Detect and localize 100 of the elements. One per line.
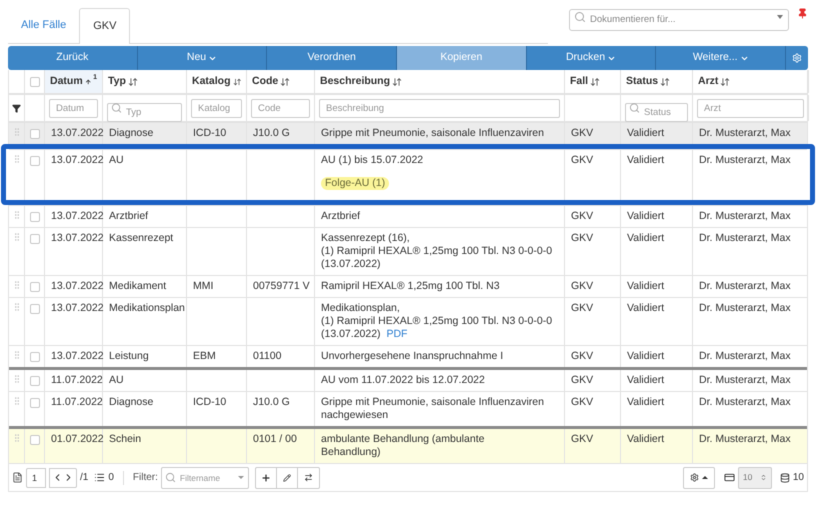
table-row[interactable]: 11.07.2022 Diagnose ICD-10 J10.0 G Grippe mit Pneumonie, saisonale Influenzaviren nachgewiesen GKV Validiert Dr. Musterarzt, Max xyxy=(9,391,807,426)
table-cell: GKV xyxy=(571,154,594,166)
description-text: AU (1) bis 15.07.2022 xyxy=(321,154,424,167)
table-cell: 00759771 V xyxy=(253,280,310,292)
table-cell: Dr. Musterarzt, Max xyxy=(699,396,791,408)
filter-field[interactable]: Katalog xyxy=(191,98,242,118)
plus-icon xyxy=(260,472,271,482)
table-cell: Validiert xyxy=(627,210,664,222)
stepper-icon xyxy=(760,474,767,481)
table-row[interactable]: 13.07.2022 AU AU (1) bis 15.07.2022 Folge-AU (1) GKV Validiert Dr. Musterarzt, Max xyxy=(9,149,807,200)
table-cell: J10.0 G xyxy=(253,396,290,408)
column-header[interactable]: Beschreibung xyxy=(320,74,390,90)
table-row[interactable]: 13.07.2022 Leistung EBM 01100 Unvorhergesehene Inanspruchnahme I GKV Validiert Dr. Musterarzt, Max xyxy=(9,345,807,367)
description-text: Arztbrief xyxy=(321,210,360,223)
table-cell: Validiert xyxy=(627,302,664,314)
row-checkbox[interactable] xyxy=(30,398,40,408)
page-size-icon xyxy=(724,472,735,483)
toolbar-button[interactable]: Drucken xyxy=(526,46,656,70)
table-cell: Validiert xyxy=(627,280,664,292)
filter-icon[interactable] xyxy=(12,104,21,112)
search-icon xyxy=(574,11,586,23)
table-row[interactable]: 13.07.2022 Kassenrezept Kassenrezept (16), (1) Ramipril HEXAL® 1,25mg 100 Tbl. N3 0-0-0-0 (13.07.2022) GKV Validiert Dr. Musterarzt, Max xyxy=(9,227,807,275)
table-cell: 11.07.2022 xyxy=(51,374,103,386)
filter-search-field[interactable]: Status xyxy=(625,102,688,122)
total-count: 10 xyxy=(792,471,804,485)
page-size-select[interactable]: 10 xyxy=(738,466,772,488)
search-icon xyxy=(111,102,122,114)
table-cell: Kassenrezept xyxy=(109,232,174,244)
filter-field[interactable]: Arzt xyxy=(697,98,804,118)
page-total: /1 xyxy=(80,471,88,485)
table-cell: Dr. Musterarzt, Max xyxy=(699,127,791,139)
toolbar-button[interactable]: Neu xyxy=(138,46,268,70)
column-header[interactable]: Datum xyxy=(50,74,83,90)
page-icon xyxy=(12,472,23,483)
row-checkbox[interactable] xyxy=(30,156,40,166)
description-text: Kassenrezept (16), (1) Ramipril HEXAL® 1,25mg 100 Tbl. N3 0-0-0-0 (13.07.2022) xyxy=(321,232,552,271)
swap-arrows-icon xyxy=(304,473,313,482)
row-checkbox[interactable] xyxy=(30,435,40,445)
table-cell: Validiert xyxy=(627,232,664,244)
table-cell: 13.07.2022 xyxy=(51,210,104,222)
pencil-icon xyxy=(282,474,291,482)
table-row[interactable]: 13.07.2022 Diagnose ICD-10 J10.0 G Grippe mit Pneumonie, saisonale Influenzaviren GKV Validiert Dr. Musterarzt, Max xyxy=(9,122,807,144)
toolbar-button[interactable]: Weitere... xyxy=(656,46,786,70)
column-header[interactable]: Katalog xyxy=(192,74,231,90)
table-row[interactable]: 01.07.2022 Schein 0101 / 00 ambulante Behandlung (ambulante Behandlung) GKV Validiert Dr. Musterarzt, Max xyxy=(9,426,807,463)
table-cell: Leistung xyxy=(109,350,149,362)
column-header[interactable]: Fall xyxy=(570,74,588,90)
filter-field[interactable]: Beschreibung xyxy=(319,98,560,118)
table-cell: 0101 / 00 xyxy=(253,433,297,445)
row-checkbox[interactable] xyxy=(30,282,40,292)
document-search-field[interactable]: Dokumentieren für... xyxy=(569,8,789,30)
column-header[interactable]: Arzt xyxy=(698,74,718,90)
filter-field[interactable]: Datum xyxy=(49,98,98,118)
column-header[interactable]: Typ xyxy=(108,74,126,90)
dropdown-caret-icon xyxy=(238,476,244,478)
table-cell: J10.0 G xyxy=(253,127,290,139)
table-cell: 13.07.2022 xyxy=(51,280,104,292)
settings-icon[interactable] xyxy=(792,53,802,63)
table-cell: Validiert xyxy=(627,374,664,386)
description-text: Grippe mit Pneumonie, saisonale Influenzaviren nachgewiesen xyxy=(321,396,544,422)
row-checkbox[interactable] xyxy=(30,234,40,244)
table-cell: Schein xyxy=(109,433,142,445)
settings-menu-button[interactable] xyxy=(682,466,715,488)
table-cell: Arztbrief xyxy=(109,210,148,222)
row-checkbox[interactable] xyxy=(30,352,40,362)
tab[interactable]: GKV xyxy=(79,8,130,44)
dropdown-caret-icon xyxy=(777,15,783,19)
table-row[interactable]: 13.07.2022 Medikationsplan Medikationsplan, (1) Ramipril HEXAL® 1,25mg 100 Tbl. N3 0-0-0-0 (13.07.2022) PDF GKV Validiert Dr. Musterarzt, Max xyxy=(9,297,807,345)
search-icon xyxy=(164,472,176,482)
column-header[interactable]: Status xyxy=(626,74,658,90)
row-checkbox[interactable] xyxy=(30,212,40,222)
table-row[interactable]: 11.07.2022 AU AU vom 11.07.2022 bis 12.07.2022 GKV Validiert Dr. Musterarzt, Max xyxy=(9,367,807,391)
column-header[interactable]: Code xyxy=(252,74,278,90)
table-cell: Validiert xyxy=(627,396,664,408)
row-checkbox[interactable] xyxy=(30,376,40,386)
pdf-link[interactable]: PDF xyxy=(386,328,408,340)
filter-select[interactable]: Filtername xyxy=(160,466,249,488)
table-row[interactable]: 13.07.2022 Arztbrief Arztbrief GKV Validiert Dr. Musterarzt, Max xyxy=(9,205,807,227)
table-cell: EBM xyxy=(193,350,216,362)
table-row[interactable]: 13.07.2022 Medikament MMI 00759771 V Ramipril HEXAL® 1,25mg 100 Tbl. N3 GKV Validiert Dr. Musterarzt, Max xyxy=(9,275,807,297)
filter-label: Filter: xyxy=(132,471,158,485)
page-field[interactable]: 1 xyxy=(26,468,46,488)
description-text: Medikationsplan, (1) Ramipril HEXAL® 1,25mg 100 Tbl. N3 0-0-0-0 (13.07.2022) PDF xyxy=(321,302,552,341)
table-cell: Dr. Musterarzt, Max xyxy=(699,302,791,314)
tab[interactable]: Alle Fälle xyxy=(8,7,80,43)
table-cell: 13.07.2022 xyxy=(51,232,104,244)
pin-icon[interactable] xyxy=(797,8,808,19)
table-cell: ICD-10 xyxy=(193,127,226,139)
table-cell: GKV xyxy=(571,232,594,244)
filter-field[interactable]: Code xyxy=(251,98,310,118)
description-text: ambulante Behandlung (ambulante Behandlung) xyxy=(321,433,484,459)
caret-icon xyxy=(702,476,708,479)
table-cell: ICD-10 xyxy=(193,396,226,408)
row-checkbox[interactable] xyxy=(30,129,40,139)
table-cell: 11.07.2022 xyxy=(51,396,103,408)
gear-icon xyxy=(690,473,699,482)
filter-search-field[interactable]: Typ xyxy=(107,102,182,122)
select-all-checkbox[interactable] xyxy=(30,76,40,86)
table-cell: Validiert xyxy=(627,433,664,445)
row-checkbox[interactable] xyxy=(30,304,40,314)
